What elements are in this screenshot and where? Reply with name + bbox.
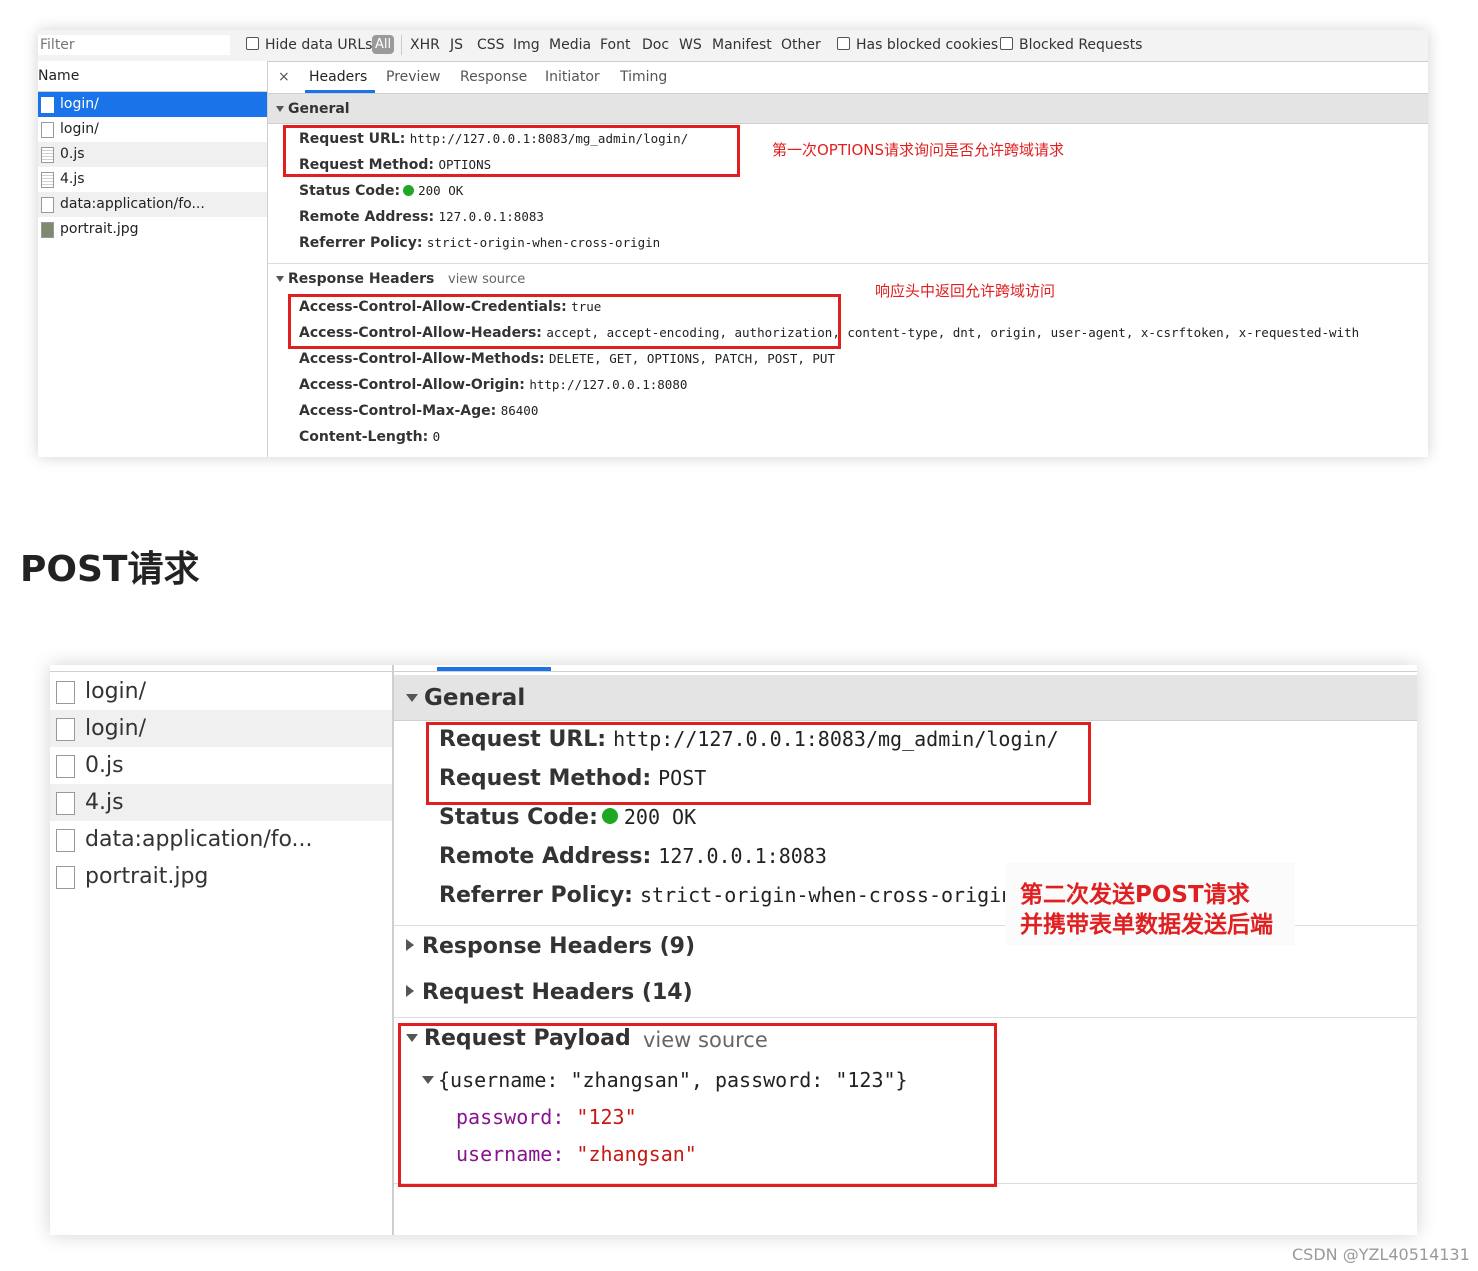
- active-tab-indicator: [437, 667, 551, 671]
- tab-headers[interactable]: Headers: [309, 69, 367, 85]
- request-list: login/ login/ 0.js 4.js data:application…: [50, 665, 394, 1235]
- request-row[interactable]: login/: [38, 117, 267, 142]
- filter-doc[interactable]: Doc: [642, 37, 669, 53]
- highlight-box-request: [283, 125, 740, 177]
- tab-preview[interactable]: Preview: [386, 69, 441, 85]
- request-details: × Headers Preview Response Initiator Tim…: [268, 61, 1428, 457]
- filter-css[interactable]: CSS: [477, 37, 505, 53]
- request-row[interactable]: 4.js: [38, 167, 267, 192]
- image-file-icon: [56, 866, 75, 889]
- filter-all-button[interactable]: All: [372, 35, 395, 54]
- request-row[interactable]: data:application/fo...: [38, 192, 267, 217]
- filter-font[interactable]: Font: [600, 37, 630, 53]
- image-file-icon: [41, 222, 54, 238]
- filter-xhr[interactable]: XHR: [410, 37, 440, 53]
- checkbox-icon: [837, 37, 850, 50]
- triangle-right-icon: [406, 939, 414, 951]
- triangle-down-icon: [276, 106, 284, 112]
- tab-timing[interactable]: Timing: [620, 69, 667, 85]
- devtools-screenshot-options: Hide data URLs All XHR JS CSS Img Media …: [38, 30, 1428, 457]
- request-row[interactable]: portrait.jpg: [38, 217, 267, 242]
- filter-js[interactable]: JS: [450, 37, 463, 53]
- referrer-policy-row: Referrer Policy: strict-origin-when-cros…: [439, 883, 1014, 908]
- response-header-row: Access-Control-Allow-Origin: http://127.…: [299, 377, 688, 393]
- section-heading: POST请求: [20, 549, 200, 590]
- blocked-requests-checkbox[interactable]: Blocked Requests: [1000, 37, 1142, 53]
- request-row[interactable]: 4.js: [50, 784, 392, 821]
- file-icon: [41, 197, 54, 213]
- response-header-row: Content-Length: 0: [299, 429, 441, 445]
- file-icon: [56, 829, 75, 852]
- annotation-cors: 响应头中返回允许跨域访问: [875, 282, 1056, 300]
- triangle-right-icon: [406, 985, 414, 997]
- highlight-box-cors-headers: [288, 294, 841, 349]
- filter-img[interactable]: Img: [513, 37, 540, 53]
- request-headers-section-header[interactable]: Request Headers (14): [406, 980, 693, 1005]
- script-file-icon: [56, 792, 75, 815]
- close-icon[interactable]: ×: [278, 69, 290, 85]
- tab-initiator[interactable]: Initiator: [545, 69, 600, 85]
- status-code-row: Status Code: 200 OK: [299, 183, 464, 199]
- annotation-options: 第一次OPTIONS请求询问是否允许跨域请求: [772, 141, 1064, 159]
- response-headers-section-header[interactable]: Response Headers (9): [406, 934, 695, 959]
- request-list: Name login/ login/ 0.js 4.js data:applic…: [38, 61, 268, 457]
- active-tab-indicator: [305, 90, 375, 93]
- response-headers-section-header[interactable]: Response Headers: [276, 271, 434, 287]
- request-row[interactable]: 0.js: [38, 142, 267, 167]
- watermark: CSDN @YZL40514131: [1292, 1245, 1470, 1264]
- checkbox-icon: [246, 37, 259, 50]
- response-header-row: Access-Control-Allow-Methods: DELETE, GE…: [299, 351, 835, 367]
- remote-address-row: Remote Address: 127.0.0.1:8083: [439, 844, 827, 869]
- annotation-post: 第二次发送POST请求 并携带表单数据发送后端: [1005, 863, 1295, 945]
- toolbar-divider: [401, 35, 402, 55]
- filter-manifest[interactable]: Manifest: [712, 37, 772, 53]
- file-icon: [41, 122, 54, 138]
- network-filter-toolbar: Hide data URLs All XHR JS CSS Img Media …: [38, 30, 1428, 62]
- request-row[interactable]: data:application/fo...: [50, 821, 392, 858]
- has-blocked-cookies-checkbox[interactable]: Has blocked cookies: [837, 37, 998, 53]
- file-icon: [56, 718, 75, 741]
- name-column-header[interactable]: Name: [38, 61, 267, 92]
- general-section-header[interactable]: General: [268, 94, 1428, 124]
- filter-other[interactable]: Other: [781, 37, 821, 53]
- request-row[interactable]: portrait.jpg: [50, 858, 392, 895]
- script-file-icon: [41, 147, 54, 163]
- referrer-policy-row: Referrer Policy: strict-origin-when-cros…: [299, 235, 661, 251]
- hide-data-urls-checkbox[interactable]: Hide data URLs: [246, 37, 372, 53]
- annotation-post-line1: 第二次发送POST请求: [1020, 882, 1250, 908]
- highlight-box-payload: [398, 1023, 997, 1187]
- status-code-row: Status Code: 200 OK: [439, 805, 697, 830]
- triangle-down-icon: [406, 694, 418, 702]
- devtools-screenshot-post: login/ login/ 0.js 4.js data:application…: [50, 665, 1417, 1235]
- response-header-row: Access-Control-Max-Age: 86400: [299, 403, 539, 419]
- view-source-link[interactable]: view source: [448, 272, 525, 287]
- section-divider: [268, 263, 1428, 264]
- request-row[interactable]: login/: [50, 673, 392, 710]
- status-ok-icon: [403, 185, 415, 196]
- request-row[interactable]: 0.js: [50, 747, 392, 784]
- section-divider: [394, 1017, 1417, 1018]
- script-file-icon: [41, 172, 54, 188]
- annotation-post-line2: 并携带表单数据发送后端: [1020, 912, 1273, 938]
- file-icon: [41, 97, 54, 113]
- triangle-down-icon: [276, 276, 284, 282]
- checkbox-icon: [1000, 37, 1013, 50]
- status-ok-icon: [601, 808, 618, 824]
- file-icon: [56, 681, 75, 704]
- tab-response[interactable]: Response: [460, 69, 527, 85]
- request-row[interactable]: login/: [50, 710, 392, 747]
- remote-address-row: Remote Address: 127.0.0.1:8083: [299, 209, 544, 225]
- general-section-header[interactable]: General: [394, 675, 1417, 721]
- filter-input[interactable]: [38, 35, 230, 55]
- details-tabs: × Headers Preview Response Initiator Tim…: [268, 61, 1428, 94]
- filter-media[interactable]: Media: [549, 37, 591, 53]
- request-row[interactable]: login/: [38, 92, 267, 117]
- filter-ws[interactable]: WS: [679, 37, 702, 53]
- highlight-box-request: [426, 722, 1091, 805]
- script-file-icon: [56, 755, 75, 778]
